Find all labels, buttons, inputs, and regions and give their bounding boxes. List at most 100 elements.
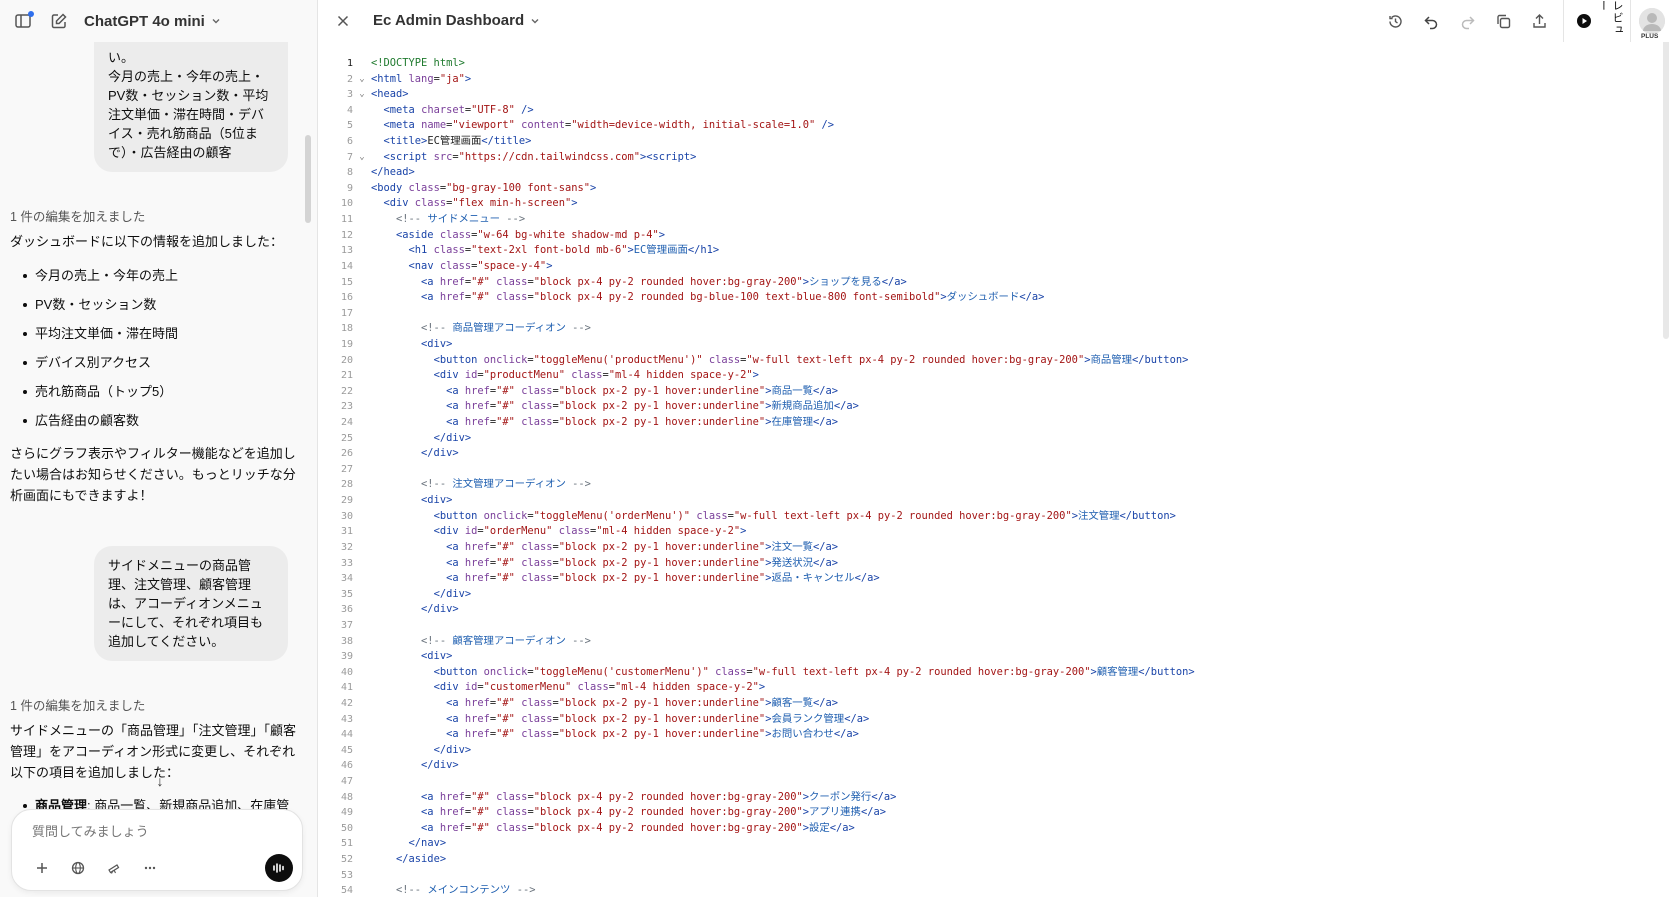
code-line[interactable]: 15 <a href="#" class="block px-4 py-2 ro… xyxy=(318,275,1671,291)
code-line[interactable]: 35 </div> xyxy=(318,587,1671,603)
code-line[interactable]: 46 </div> xyxy=(318,758,1671,774)
code-line[interactable]: 16 <a href="#" class="block px-4 py-2 ro… xyxy=(318,290,1671,306)
code-line[interactable]: 9 <body class="bg-gray-100 font-sans"> xyxy=(318,181,1671,197)
telescope-icon[interactable] xyxy=(102,856,126,880)
code-line[interactable]: 38 <!-- 顧客管理アコーディオン --> xyxy=(318,634,1671,650)
code-line[interactable]: 33 <a href="#" class="block px-2 py-1 ho… xyxy=(318,556,1671,572)
code-line[interactable]: 40 <button onclick="toggleMenu('customer… xyxy=(318,665,1671,681)
review-button[interactable]: レビュー xyxy=(1570,0,1630,42)
code-token: <a xyxy=(446,540,465,553)
code-line[interactable]: 43 <a href="#" class="block px-2 py-1 ho… xyxy=(318,712,1671,728)
code-token: class xyxy=(439,228,472,241)
code-line[interactable]: 26 </div> xyxy=(318,446,1671,462)
code-line[interactable]: 5 <meta name="viewport" content="width=d… xyxy=(318,118,1671,134)
code-line[interactable]: 50 <a href="#" class="block px-4 py-2 ro… xyxy=(318,821,1671,837)
code-line[interactable]: 24 <a href="#" class="block px-2 py-1 ho… xyxy=(318,415,1671,431)
code-line[interactable]: 32 <a href="#" class="block px-2 py-1 ho… xyxy=(318,540,1671,556)
line-number: 20 xyxy=(340,354,353,366)
share-icon[interactable] xyxy=(1521,3,1557,39)
code-line[interactable]: 4 <meta charset="UTF-8" /> xyxy=(318,103,1671,119)
code-line[interactable]: 48 <a href="#" class="block px-4 py-2 ro… xyxy=(318,790,1671,806)
chevron-down-icon xyxy=(531,18,539,23)
code-line[interactable]: 7 ⌄ <script src="https://cdn.tailwindcss.… xyxy=(318,150,1671,166)
code-line[interactable]: 20 <button onclick="toggleMenu('productM… xyxy=(318,353,1671,369)
fold-gutter xyxy=(353,306,371,322)
code-line[interactable]: 52 </aside> xyxy=(318,852,1671,868)
code-line[interactable]: 54 <!-- メインコンテンツ --> xyxy=(318,883,1671,897)
line-number: 34 xyxy=(340,573,353,585)
code-line[interactable]: 19 <div> xyxy=(318,337,1671,353)
code-line[interactable]: 13 <h1 class="text-2xl font-bold mb-6">E… xyxy=(318,243,1671,259)
code-line[interactable]: 3 ⌄ <head> xyxy=(318,87,1671,103)
code-line[interactable]: 28 <!-- 注文管理アコーディオン --> xyxy=(318,477,1671,493)
fold-chevron-icon[interactable]: ⌄ xyxy=(353,87,371,103)
code-line[interactable]: 44 <a href="#" class="block px-2 py-1 ho… xyxy=(318,727,1671,743)
plus-icon[interactable] xyxy=(30,856,54,880)
code-line[interactable]: 47 xyxy=(318,774,1671,790)
fold-chevron-icon[interactable]: ⌄ xyxy=(353,72,371,88)
code-line[interactable]: 45 </div> xyxy=(318,743,1671,759)
code-line[interactable]: 11 <!-- サイドメニュー --> xyxy=(318,212,1671,228)
code-line[interactable]: 29 <div> xyxy=(318,493,1671,509)
avatar[interactable]: PLUS xyxy=(1639,8,1665,40)
code-area[interactable]: 1 <!DOCTYPE html> 2 ⌄ <html lang="ja"> 3 ⌄ <hea… xyxy=(318,56,1671,897)
code-line[interactable]: 22 <a href="#" class="block px-2 py-1 ho… xyxy=(318,384,1671,400)
code-token: ダッシュボード xyxy=(946,291,1020,304)
code-line[interactable]: 12 <aside class="w-64 bg-white shadow-md… xyxy=(318,228,1671,244)
document-title[interactable]: Ec Admin Dashboard xyxy=(373,12,540,29)
chat-messages[interactable]: い。 今月の売上・今年の売上・PV数・セッション数・平均注文単価・滞在時間・デバ… xyxy=(0,0,317,897)
code-line[interactable]: 39 <div> xyxy=(318,649,1671,665)
globe-icon[interactable] xyxy=(66,856,90,880)
code-line[interactable]: 53 xyxy=(318,868,1671,884)
code-line[interactable]: 25 </div> xyxy=(318,431,1671,447)
code-text: <html lang="ja"> xyxy=(371,72,471,88)
more-icon[interactable] xyxy=(138,856,162,880)
scroll-down-icon[interactable]: ↓ xyxy=(150,771,170,791)
code-line[interactable]: 1 <!DOCTYPE html> xyxy=(318,56,1671,72)
code-line[interactable]: 41 <div id="customerMenu" class="ml-4 hi… xyxy=(318,680,1671,696)
code-token: </div> xyxy=(433,743,472,756)
sidebar-toggle-icon[interactable] xyxy=(12,10,34,32)
code-line[interactable]: 21 <div id="productMenu" class="ml-4 hid… xyxy=(318,368,1671,384)
code-line[interactable]: 10 <div class="flex min-h-screen"> xyxy=(318,196,1671,212)
code-token: 注文管理アコーディオン xyxy=(452,478,566,491)
undo-icon[interactable] xyxy=(1413,3,1449,39)
code-line[interactable]: 6 <title>EC管理画面</title> xyxy=(318,134,1671,150)
redo-icon[interactable] xyxy=(1449,3,1485,39)
fold-chevron-icon[interactable]: ⌄ xyxy=(353,150,371,166)
chat-scrollbar[interactable] xyxy=(305,135,311,223)
code-line[interactable]: 14 <nav class="space-y-4"> xyxy=(318,259,1671,275)
code-token: </a> xyxy=(881,275,907,288)
code-line[interactable]: 36 </div> xyxy=(318,602,1671,618)
code-line[interactable]: 49 <a href="#" class="block px-4 py-2 ro… xyxy=(318,805,1671,821)
history-icon[interactable] xyxy=(1377,3,1413,39)
line-number: 44 xyxy=(340,729,353,741)
editor-scrollbar[interactable] xyxy=(1663,36,1669,339)
code-line[interactable]: 30 <button onclick="toggleMenu('orderMen… xyxy=(318,509,1671,525)
copy-icon[interactable] xyxy=(1485,3,1521,39)
code-line[interactable]: 18 <!-- 商品管理アコーディオン --> xyxy=(318,321,1671,337)
code-line[interactable]: 31 <div id="orderMenu" class="ml-4 hidde… xyxy=(318,524,1671,540)
model-selector[interactable]: ChatGPT 4o mini xyxy=(84,13,221,30)
code-token: "block px-2 py-1 hover:underline" xyxy=(558,696,766,709)
code-line[interactable]: 8 </head> xyxy=(318,165,1671,181)
code-line[interactable]: 42 <a href="#" class="block px-2 py-1 ho… xyxy=(318,696,1671,712)
code-line[interactable]: 34 <a href="#" class="block px-2 py-1 ho… xyxy=(318,571,1671,587)
code-token: <button xyxy=(433,509,484,522)
code-token: "block px-4 py-2 rounded hover:bg-gray-2… xyxy=(533,790,803,803)
code-line[interactable]: 23 <a href="#" class="block px-2 py-1 ho… xyxy=(318,399,1671,415)
code-line[interactable]: 37 xyxy=(318,618,1671,634)
code-token: class xyxy=(489,275,528,288)
code-line[interactable]: 2 ⌄ <html lang="ja"> xyxy=(318,72,1671,88)
code-token: class xyxy=(433,244,465,257)
code-line[interactable]: 17 xyxy=(318,306,1671,322)
code-line[interactable]: 51 </nav> xyxy=(318,836,1671,852)
code-line[interactable]: 27 xyxy=(318,462,1671,478)
composer-input[interactable] xyxy=(32,824,252,839)
voice-mode-button[interactable] xyxy=(265,854,293,882)
close-icon[interactable] xyxy=(333,11,353,31)
new-chat-icon[interactable] xyxy=(48,10,70,32)
